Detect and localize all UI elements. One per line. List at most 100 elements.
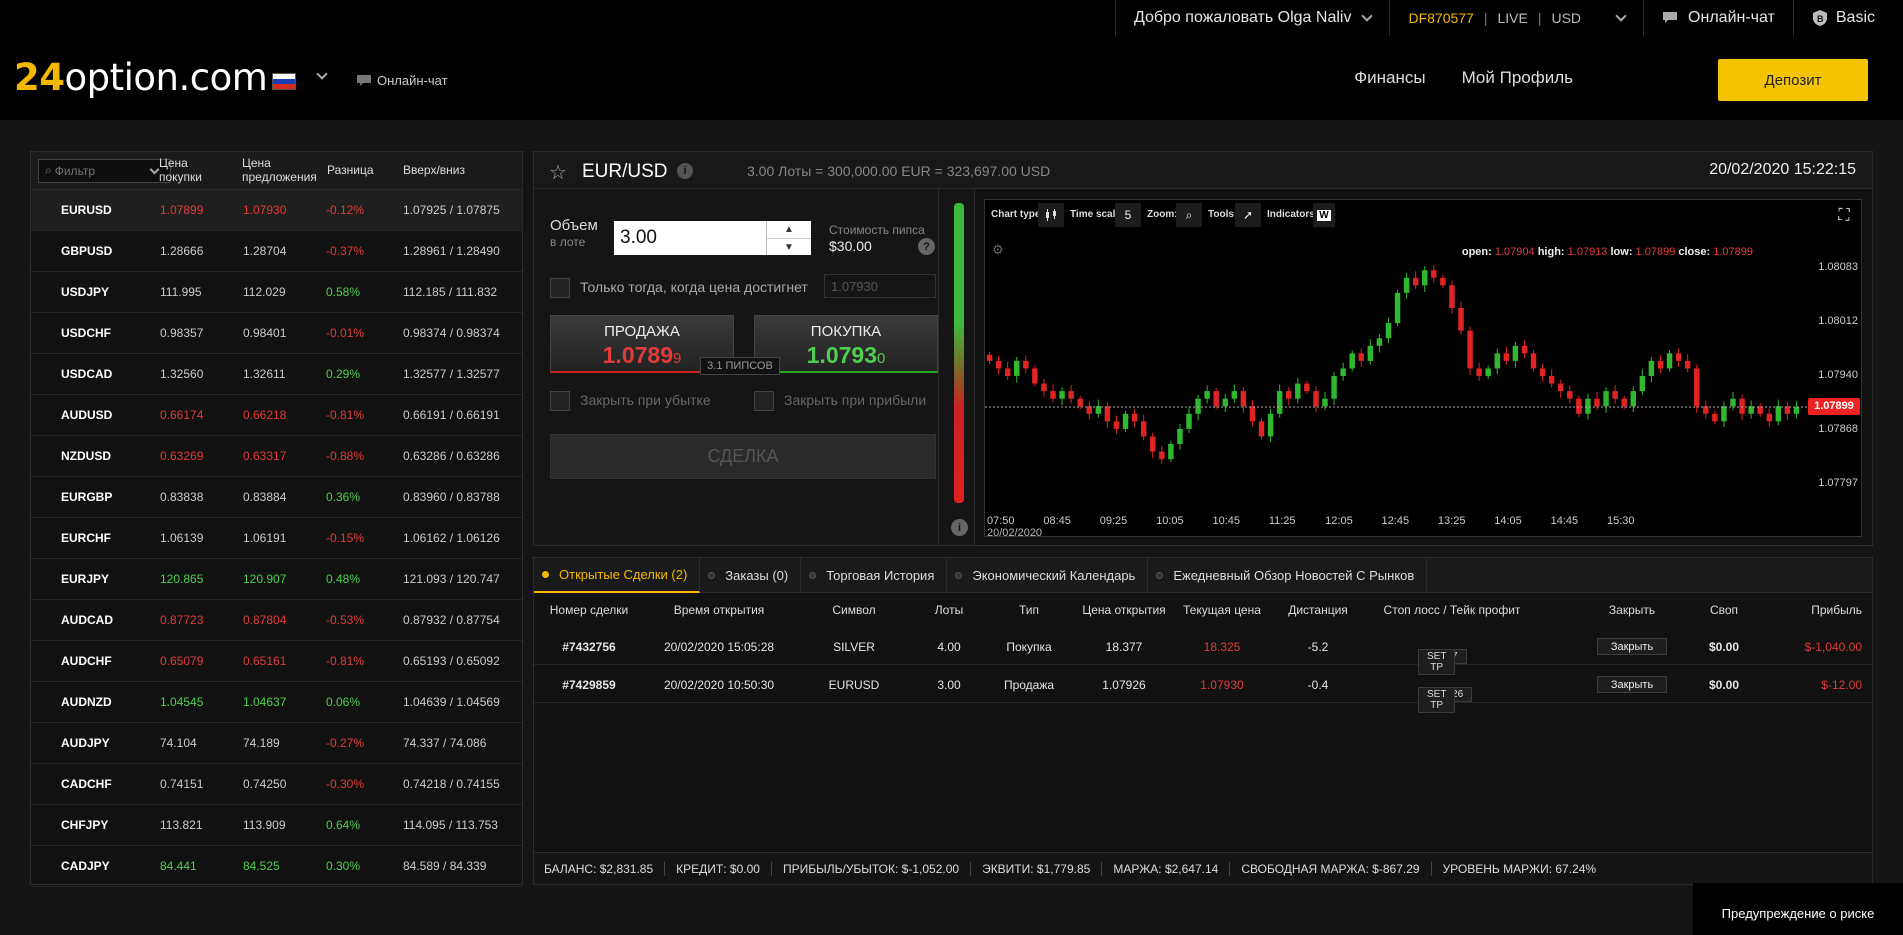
- zoom-icon[interactable]: ⌕: [1176, 203, 1202, 227]
- info-icon[interactable]: i: [951, 519, 968, 536]
- watchlist-row[interactable]: USDCAD 1.32560 1.32611 0.29% 1.32577 / 1.325…: [31, 354, 522, 395]
- tab-dot-icon: [708, 572, 716, 579]
- decrement-icon[interactable]: ▼: [767, 238, 811, 255]
- candle-body: [1712, 413, 1718, 422]
- watchlist-row[interactable]: AUDJPY 74.104 74.189 -0.27% 74.337 / 74.086: [31, 723, 522, 764]
- col-header[interactable]: Прибыль: [1712, 603, 1862, 617]
- candle-body: [1068, 391, 1074, 399]
- price-chart[interactable]: Chart type: Time scale 5 Zoom: ⌕ Tools: …: [984, 199, 1862, 539]
- deal-button[interactable]: СДЕЛКА: [550, 434, 936, 479]
- candle-body: [1394, 292, 1401, 324]
- time-scale-button[interactable]: 5: [1115, 203, 1141, 227]
- candle-body: [1122, 413, 1129, 429]
- watchlist-symbol: USDCAD: [61, 367, 113, 381]
- watchlist-bid: 1.07899: [160, 203, 204, 217]
- candle-body: [1032, 368, 1038, 384]
- tab-1[interactable]: Заказы (0): [700, 558, 802, 593]
- filter-dropdown[interactable]: ⌕ Фильтр: [38, 158, 171, 183]
- online-chat-link[interactable]: Онлайн-чат: [1643, 0, 1793, 36]
- watchlist-bid: 113.821: [160, 818, 203, 832]
- col-ask[interactable]: Цена предложения: [242, 156, 322, 184]
- watchlist-high-low: 1.04639 / 1.04569: [403, 695, 500, 709]
- watchlist-row[interactable]: CADJPY 84.441 84.525 0.30% 84.589 / 84.339: [31, 846, 522, 887]
- tier-badge[interactable]: B Basic: [1792, 0, 1903, 36]
- user-menu[interactable]: Добро пожаловать Olga Naliv: [1114, 0, 1390, 36]
- watchlist-row[interactable]: USDCHF 0.98357 0.98401 -0.01% 0.98374 / 0.98…: [31, 313, 522, 354]
- nav-finance[interactable]: Финансы: [1354, 68, 1425, 88]
- col-header[interactable]: Время открытия: [644, 603, 794, 617]
- watchlist-bid: 0.83838: [160, 490, 204, 504]
- stop-loss-checkbox[interactable]: [550, 391, 570, 411]
- tab-2[interactable]: Торговая История: [801, 558, 948, 593]
- candle-body: [1539, 368, 1546, 376]
- candle-body: [1376, 338, 1383, 346]
- candle-body: [1195, 398, 1201, 414]
- watchlist-row[interactable]: AUDCHF 0.65079 0.65161 -0.81% 0.65193 / 0.65…: [31, 641, 522, 682]
- chevron-down-icon[interactable]: [316, 68, 328, 80]
- tab-3[interactable]: Экономический Календарь: [947, 558, 1149, 593]
- candle-body: [1258, 421, 1265, 437]
- watchlist-row[interactable]: USDJPY 111.995 112.029 0.58% 112.185 / 111.8…: [31, 272, 522, 313]
- watchlist-row[interactable]: NZDUSD 0.63269 0.63317 -0.88% 0.63286 / 0.63…: [31, 436, 522, 477]
- candle-body: [1485, 368, 1491, 376]
- candlestick-icon[interactable]: [1038, 203, 1064, 227]
- chart-date: 20/02/2020: [987, 527, 1043, 539]
- buy-button[interactable]: ПОКУПКА 1.07930: [754, 315, 938, 373]
- logo[interactable]: 24option.com: [14, 56, 268, 99]
- take-profit-checkbox[interactable]: [754, 391, 774, 411]
- watchlist-row[interactable]: AUDNZD 1.04545 1.04637 0.06% 1.04639 / 1.045…: [31, 682, 522, 723]
- info-icon[interactable]: i: [677, 163, 693, 179]
- watchlist-change: 0.64%: [326, 818, 361, 832]
- tab-0[interactable]: Открытые Сделки (2): [534, 558, 701, 593]
- cursor-icon[interactable]: ➚: [1235, 203, 1261, 227]
- table-row[interactable]: #7429859 20/02/2020 10:50:30 EURUSD 3.00 Про…: [534, 667, 1872, 713]
- set-tp-button[interactable]: SET TP: [1418, 687, 1456, 713]
- account-selector[interactable]: DF870577 | LIVE | USD: [1389, 0, 1643, 36]
- watchlist-row[interactable]: EURGBP 0.83838 0.83884 0.36% 0.83960 / 0.837…: [31, 477, 522, 518]
- watchlist-row[interactable]: AUDCAD 0.87723 0.87804 -0.53% 0.87932 / 0.87…: [31, 600, 522, 641]
- limit-checkbox[interactable]: [550, 278, 570, 298]
- watchlist-row[interactable]: CHFJPY 113.821 113.909 0.64% 114.095 / 113.7…: [31, 805, 522, 846]
- candle-body: [1431, 270, 1437, 278]
- candle-body: [1657, 360, 1664, 369]
- tab-dot-icon: [809, 572, 817, 579]
- watchlist-row[interactable]: EURJPY 120.865 120.907 0.48% 121.093 / 120.7…: [31, 559, 522, 600]
- candle-body: [1512, 345, 1519, 361]
- col-header[interactable]: Номер сделки: [514, 603, 664, 617]
- col-header[interactable]: Стоп лосс / Тейк профит: [1377, 603, 1527, 617]
- watchlist-symbol: AUDCHF: [61, 654, 112, 668]
- watchlist-ask: 1.04637: [243, 695, 287, 709]
- col-change[interactable]: Разница: [327, 163, 374, 177]
- col-high-low[interactable]: Вверх/вниз: [403, 163, 465, 177]
- watchlist-bid: 0.74151: [160, 777, 204, 791]
- limit-price-input[interactable]: 1.07930: [824, 274, 936, 298]
- indicators-icon[interactable]: W: [1313, 203, 1335, 227]
- candle-body: [1639, 376, 1646, 392]
- increment-icon[interactable]: ▲: [767, 221, 811, 238]
- candle-body: [1576, 398, 1582, 414]
- fullscreen-icon[interactable]: ⛶: [1833, 205, 1855, 227]
- watchlist-row[interactable]: CADCHF 0.74151 0.74250 -0.30% 0.74218 / 0.74…: [31, 764, 522, 805]
- table-row[interactable]: #7432756 20/02/2020 15:05:28 SILVER 4.00 Пок…: [534, 629, 1872, 675]
- watchlist-row[interactable]: GBPUSD 1.28666 1.28704 -0.37% 1.28961 / 1.28…: [31, 231, 522, 272]
- tab-4[interactable]: Ежедневный Обзор Новостей С Рынков: [1148, 558, 1428, 593]
- volume-stepper[interactable]: ▲ ▼: [766, 221, 811, 255]
- favorite-star-icon[interactable]: ☆: [549, 160, 567, 185]
- summary-item: БАЛАНС: $2,831.85: [534, 861, 666, 876]
- watchlist-row[interactable]: AUDUSD 0.66174 0.66218 -0.81% 0.66191 / 0.66…: [31, 395, 522, 436]
- watchlist-change: 0.06%: [326, 695, 361, 709]
- nav-profile[interactable]: Мой Профиль: [1462, 68, 1573, 88]
- risk-warning-link[interactable]: Предупреждение о риске: [1693, 883, 1903, 935]
- cell-id: #7429859: [562, 678, 616, 692]
- col-bid[interactable]: Цена покупки: [159, 156, 219, 184]
- x-tick-label: 10:05: [1156, 515, 1184, 527]
- watchlist-row[interactable]: EURCHF 1.06139 1.06191 -0.15% 1.06162 / 1.06…: [31, 518, 522, 559]
- deposit-button[interactable]: Депозит: [1718, 59, 1868, 101]
- language-flag-icon[interactable]: [272, 73, 296, 90]
- y-tick-label: 1.08083: [1818, 260, 1858, 273]
- col-header[interactable]: Дистанция: [1243, 603, 1393, 617]
- watchlist-row[interactable]: EURUSD 1.07899 1.07930 -0.12% 1.07925 / 1.07…: [31, 190, 522, 231]
- help-icon[interactable]: ?: [918, 238, 935, 255]
- online-chat-mini[interactable]: Онлайн-чат: [357, 73, 448, 88]
- gear-icon[interactable]: ⚙: [992, 242, 1004, 258]
